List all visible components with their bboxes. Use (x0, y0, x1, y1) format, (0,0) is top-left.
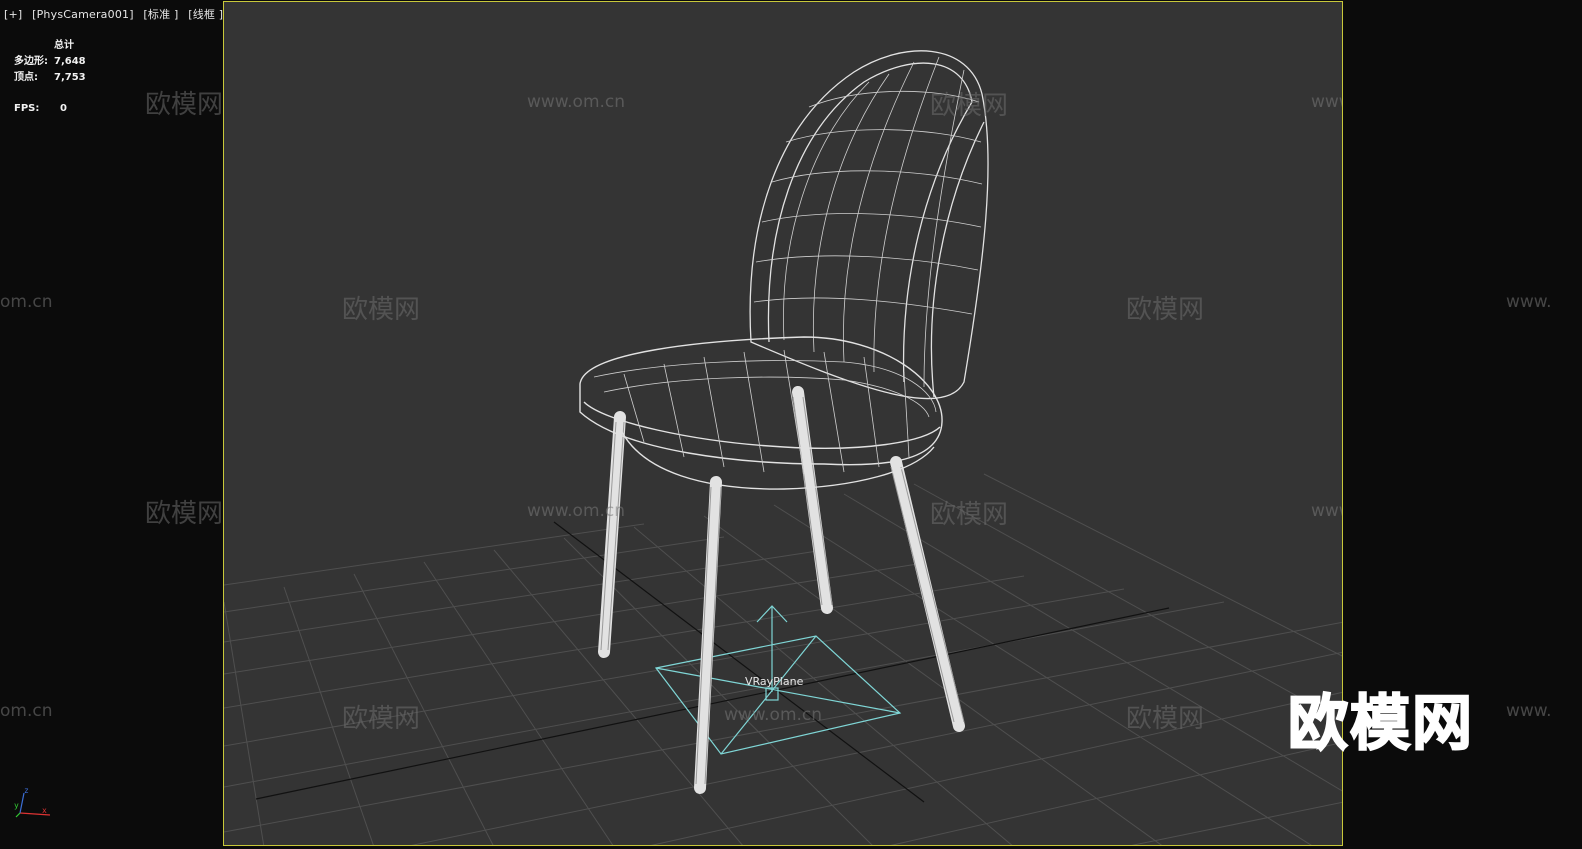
viewport[interactable]: [+] [PhysCamera001] [标准 ] [线框 ] 总计 多边形: … (0, 0, 1582, 849)
watermark-url: www.om.cn (1311, 501, 1342, 521)
watermark-cn: 欧模网 (145, 499, 224, 529)
watermark-url: www.om.cn (724, 705, 823, 725)
camera-safe-frame[interactable]: www.om.cn 欧模网 www.om.cn 欧模网 欧模网 www.om.c… (223, 1, 1343, 846)
watermark-cn: 欧模网 (342, 704, 421, 734)
watermark-url: www. (1506, 701, 1552, 721)
watermark-url: www. (1506, 292, 1552, 312)
watermark-url: www.om.cn (527, 501, 626, 521)
verts-label: 顶点: (14, 72, 38, 83)
fps-value: 0 (60, 103, 67, 114)
axis-y-label: y (14, 801, 19, 810)
home-grid (224, 473, 1342, 845)
fps-label: FPS: (14, 103, 40, 114)
watermark-cn: 欧模网 (342, 295, 421, 325)
watermark-url: om.cn (0, 701, 53, 721)
stats-panel: 总计 多边形: 7,648 顶点: 7,753 FPS: 0 (14, 38, 86, 117)
axis-x-label: x (42, 806, 47, 815)
watermark-cn: 欧模网 (1126, 295, 1205, 325)
vrayplane-label[interactable]: VRayPlane (745, 675, 803, 688)
stats-title: 总计 (54, 40, 74, 51)
watermark-url: www.om.cn (527, 92, 626, 112)
watermark-cn: 欧模网 (1126, 704, 1205, 734)
watermark-cn: 欧模网 (930, 91, 1009, 121)
brand-logo: 欧模网 (1287, 688, 1474, 760)
watermark-cn: 欧模网 (145, 90, 224, 120)
viewport-menu-button[interactable]: [+] (4, 8, 22, 21)
watermark-cn: 欧模网 (930, 500, 1009, 530)
display-mode-selector[interactable]: [线框 ] (188, 8, 223, 21)
polys-label: 多边形: (14, 56, 48, 67)
polys-value: 7,648 (54, 56, 86, 67)
watermark-url: www.om.cn (1311, 92, 1342, 112)
viewport-label: [+] [PhysCamera001] [标准 ] [线框 ] (4, 6, 229, 22)
watermark-url: om.cn (0, 292, 53, 312)
verts-value: 7,753 (54, 72, 86, 83)
axis-z-label: z (24, 786, 29, 795)
shading-selector[interactable]: [标准 ] (143, 8, 178, 21)
camera-selector[interactable]: [PhysCamera001] (32, 8, 134, 21)
